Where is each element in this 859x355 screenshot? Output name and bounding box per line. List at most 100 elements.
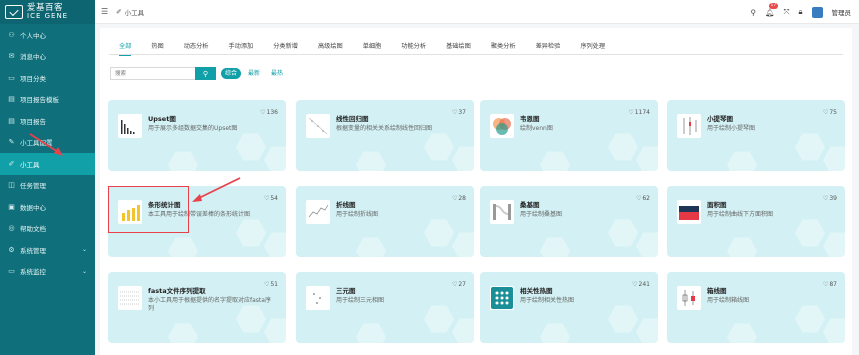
tool-card[interactable]: 小提琴图 用于绘制小提琴图 ♡ 75 xyxy=(667,100,845,171)
tool-title: 桑基图 xyxy=(520,201,540,209)
sidebar-item[interactable]: ✐ 小工具 xyxy=(0,153,95,175)
tab[interactable]: 基础绘图 xyxy=(436,42,481,55)
tab[interactable]: 序列处理 xyxy=(570,42,615,55)
tab[interactable]: 动态分析 xyxy=(174,42,219,55)
sort-button[interactable]: 综合 xyxy=(221,68,242,79)
tool-card[interactable]: 折线图 用于绘制折线图 ♡ 28 xyxy=(296,186,474,257)
tab[interactable]: 高级绘图 xyxy=(308,42,353,55)
tool-card[interactable]: 线性回归图 根据变量的相关关系绘制线性回归图 ♡ 37 xyxy=(296,100,474,171)
decorative-hex-icon xyxy=(540,237,570,257)
search-input[interactable] xyxy=(110,67,195,80)
tab[interactable]: 单细胞 xyxy=(353,42,392,55)
sidebar-item[interactable]: ✉ 消息中心 xyxy=(0,46,95,68)
sidebar-item-label: 项目分类 xyxy=(20,74,46,83)
document-icon: ▤ xyxy=(8,116,15,125)
like-count[interactable]: ♡ 241 xyxy=(632,281,650,288)
sidebar-item[interactable]: ◫ 任务管理 xyxy=(0,175,95,197)
tab[interactable]: 全部 xyxy=(109,42,141,56)
like-value: 62 xyxy=(642,195,650,202)
sidebar-item-label: 小工具配置 xyxy=(20,139,53,148)
sidebar-item[interactable]: ▭ 系统监控 ⌄ xyxy=(0,261,95,283)
tool-icon: ✐ xyxy=(116,7,122,16)
decorative-hex-icon xyxy=(795,305,825,333)
tool-description: 用于绘制曲线下方面积图 xyxy=(707,211,774,218)
heart-icon: ♡ xyxy=(822,195,829,202)
tool-title: 小提琴图 xyxy=(707,115,733,123)
fullscreen-icon[interactable]: ⤧ xyxy=(784,7,790,17)
decorative-hex-icon xyxy=(424,219,454,247)
chevron-down-icon: ⌄ xyxy=(81,267,87,275)
like-count[interactable]: ♡ 75 xyxy=(823,109,837,116)
like-count[interactable]: ♡ 51 xyxy=(264,281,278,288)
tool-card[interactable]: fasta文件序列提取 本小工具用于根据提供的名字提取对应fasta序列 ♡ 51 xyxy=(108,272,286,343)
breadcrumb: ✐ 小工具 xyxy=(116,7,144,17)
sidebar-item[interactable]: ◎ 帮助文档 xyxy=(0,218,95,240)
sort-button[interactable]: 最热 xyxy=(267,68,287,79)
search-icon[interactable]: ⚲ xyxy=(750,8,756,17)
avatar[interactable] xyxy=(811,6,823,18)
tool-card[interactable]: 箱线图 用于绘制箱线图 ♡ 87 xyxy=(667,272,845,343)
sidebar-item[interactable]: ✎ 小工具配置 xyxy=(0,132,95,154)
like-value: 27 xyxy=(458,281,466,288)
decorative-hex-icon xyxy=(264,146,286,171)
like-count[interactable]: ♡ 54 xyxy=(264,195,278,202)
sort-button[interactable]: 最新 xyxy=(244,68,264,79)
like-count[interactable]: ♡ 27 xyxy=(452,281,466,288)
brand-logo[interactable]: 爱基百客 ICE GENE xyxy=(0,0,95,24)
like-count[interactable]: ♡ 87 xyxy=(823,281,837,288)
sidebar-item[interactable]: ▤ 项目报告 xyxy=(0,110,95,132)
heart-icon: ♡ xyxy=(263,195,270,202)
like-count[interactable]: ♡ 1174 xyxy=(628,109,650,116)
tool-icon: ✐ xyxy=(8,159,15,168)
decorative-hex-icon xyxy=(424,133,454,161)
search-row: ⚲ 综合最新最热 xyxy=(110,67,287,80)
like-value: 1174 xyxy=(634,109,650,116)
tool-card[interactable]: 相关性热图 用于绘制相关性热图 ♡ 241 xyxy=(480,272,658,343)
logo-icon xyxy=(5,5,23,19)
tool-title: Upset图 xyxy=(148,115,176,123)
sidebar-item[interactable]: ⚙ 系统管理 ⌄ xyxy=(0,239,95,261)
sidebar-item-label: 个人中心 xyxy=(20,31,46,40)
tool-card[interactable]: Upset图 用于展示多组数据交集的Upset图 ♡ 136 xyxy=(108,100,286,171)
like-count[interactable]: ♡ 28 xyxy=(452,195,466,202)
decorative-hex-icon xyxy=(356,237,386,257)
tab[interactable]: 手动添加 xyxy=(219,42,264,55)
sidebar-item-label: 项目报告模板 xyxy=(20,96,59,105)
username[interactable]: 管理员 xyxy=(832,7,852,17)
tab[interactable]: 差异检验 xyxy=(526,42,571,55)
like-count[interactable]: ♡ 136 xyxy=(260,109,278,116)
tab[interactable]: 热图 xyxy=(141,42,173,55)
decorative-hex-icon xyxy=(452,146,474,171)
like-count[interactable]: ♡ 62 xyxy=(636,195,650,202)
notification-bell-icon[interactable]: 🔔︎ 17 xyxy=(765,2,778,17)
sidebar-item[interactable]: ▤ 项目报告模板 xyxy=(0,89,95,111)
sidebar-item[interactable]: ▭ 项目分类 xyxy=(0,67,95,89)
like-value: 87 xyxy=(829,281,837,288)
like-count[interactable]: ♡ 39 xyxy=(823,195,837,202)
lock-icon[interactable]: 🔒︎ xyxy=(799,7,803,17)
heart-icon: ♡ xyxy=(635,195,642,202)
tab[interactable]: 聚类分析 xyxy=(481,42,526,55)
menu-toggle-icon[interactable]: ☰ xyxy=(101,7,108,16)
sidebar-item[interactable]: ▣ 数据中心 xyxy=(0,196,95,218)
like-count[interactable]: ♡ 37 xyxy=(452,109,466,116)
decorative-hex-icon xyxy=(168,323,198,343)
decorative-hex-icon xyxy=(540,151,570,171)
tab[interactable]: 分类新增 xyxy=(263,42,308,55)
data-icon: ▣ xyxy=(8,202,15,211)
heart-icon: ♡ xyxy=(632,281,638,288)
heart-icon: ♡ xyxy=(263,281,270,288)
tool-card[interactable]: 面积图 用于绘制曲线下方面积图 ♡ 39 xyxy=(667,186,845,257)
tab[interactable]: 功能分析 xyxy=(391,42,436,55)
gear-icon: ⚙ xyxy=(8,245,15,254)
like-value: 54 xyxy=(270,195,278,202)
sidebar-item-label: 消息中心 xyxy=(20,53,46,62)
sidebar-item[interactable]: ⚇ 个人中心 xyxy=(0,24,95,46)
search-button[interactable]: ⚲ xyxy=(195,67,216,80)
decorative-hex-icon xyxy=(452,232,474,257)
decorative-hex-icon xyxy=(356,151,386,171)
heart-icon: ♡ xyxy=(451,109,458,116)
tool-card[interactable]: 三元图 用于绘制三元相图 ♡ 27 xyxy=(296,272,474,343)
tool-card[interactable]: 韦恩图 绘制venn图 ♡ 1174 xyxy=(480,100,658,171)
tool-card[interactable]: 桑基图 用于绘制桑基图 ♡ 62 xyxy=(480,186,658,257)
